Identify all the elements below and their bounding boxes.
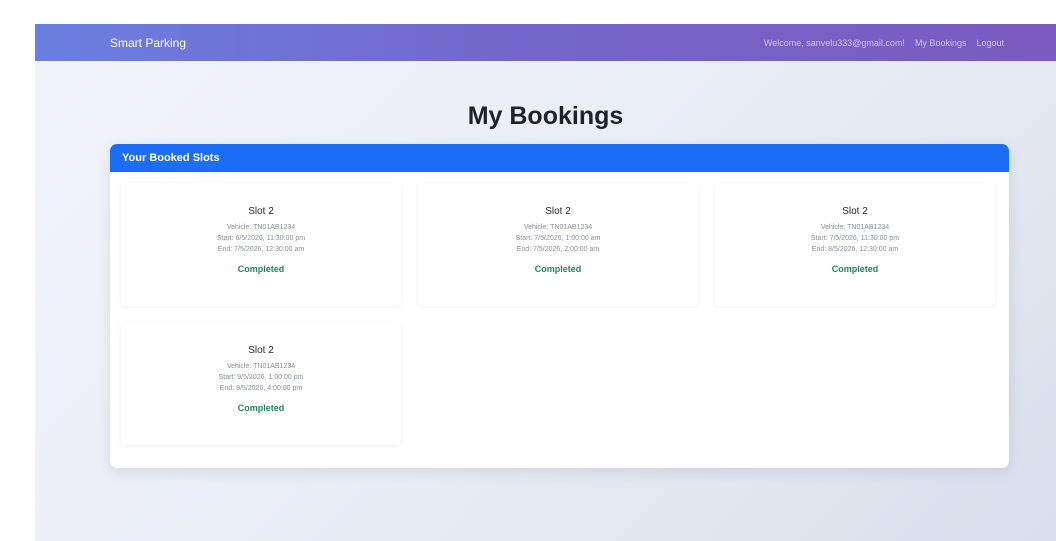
bookings-grid: Slot 2 Vehicle: TN01AB1234 Start: 6/5/20… <box>110 172 1009 445</box>
start-time: Start: 9/5/2026, 1:00:00 pm <box>218 374 304 381</box>
status-badge: Completed <box>237 264 285 274</box>
slot-title: Slot 2 <box>248 206 274 217</box>
start-time: Start: 6/5/2026, 11:30:00 pm <box>216 235 306 242</box>
end-time: End: 7/5/2026, 2:00:00 am <box>516 246 600 253</box>
status-badge: Completed <box>237 403 285 413</box>
end-time: End: 8/5/2026, 12:30:00 am <box>811 246 899 253</box>
vehicle-text: Vehicle: TN01AB1234 <box>226 224 296 231</box>
vehicle-text: Vehicle: TN01AB1234 <box>523 224 593 231</box>
slot-title: Slot 2 <box>545 206 571 217</box>
my-bookings-link[interactable]: My Bookings <box>915 38 967 48</box>
end-time: End: 9/5/2026, 4:00:00 pm <box>219 385 303 392</box>
booking-card: Slot 2 Vehicle: TN01AB1234 Start: 9/5/20… <box>121 322 401 445</box>
start-time: Start: 7/5/2026, 11:30:00 pm <box>810 235 900 242</box>
welcome-text: Welcome, sanvelu333@gmail.com! <box>763 37 905 48</box>
brand-link[interactable]: Smart Parking <box>110 36 186 50</box>
vehicle-text: Vehicle: TN01AB1234 <box>226 363 296 370</box>
logout-link[interactable]: Logout <box>976 38 1004 48</box>
booking-card: Slot 2 Vehicle: TN01AB1234 Start: 7/5/20… <box>418 183 698 306</box>
start-time: Start: 7/5/2026, 1:00:00 am <box>515 235 601 242</box>
app-frame: Smart Parking Welcome, sanvelu333@gmail.… <box>35 24 1056 541</box>
slot-title: Slot 2 <box>248 345 274 356</box>
nav-links: Welcome, sanvelu333@gmail.com! My Bookin… <box>764 38 1004 48</box>
booking-card: Slot 2 Vehicle: TN01AB1234 Start: 6/5/20… <box>121 183 401 306</box>
booked-slots-card: Your Booked Slots Slot 2 Vehicle: TN01AB… <box>110 144 1009 468</box>
end-time: End: 7/5/2026, 12:30:00 am <box>217 246 305 253</box>
status-badge: Completed <box>534 264 582 274</box>
navbar: Smart Parking Welcome, sanvelu333@gmail.… <box>35 24 1056 61</box>
vehicle-text: Vehicle: TN01AB1234 <box>820 224 890 231</box>
slot-title: Slot 2 <box>842 206 868 217</box>
status-badge: Completed <box>831 264 879 274</box>
page-title: My Bookings <box>467 102 624 130</box>
booking-card: Slot 2 Vehicle: TN01AB1234 Start: 7/5/20… <box>715 183 995 306</box>
card-header: Your Booked Slots <box>110 144 1009 172</box>
